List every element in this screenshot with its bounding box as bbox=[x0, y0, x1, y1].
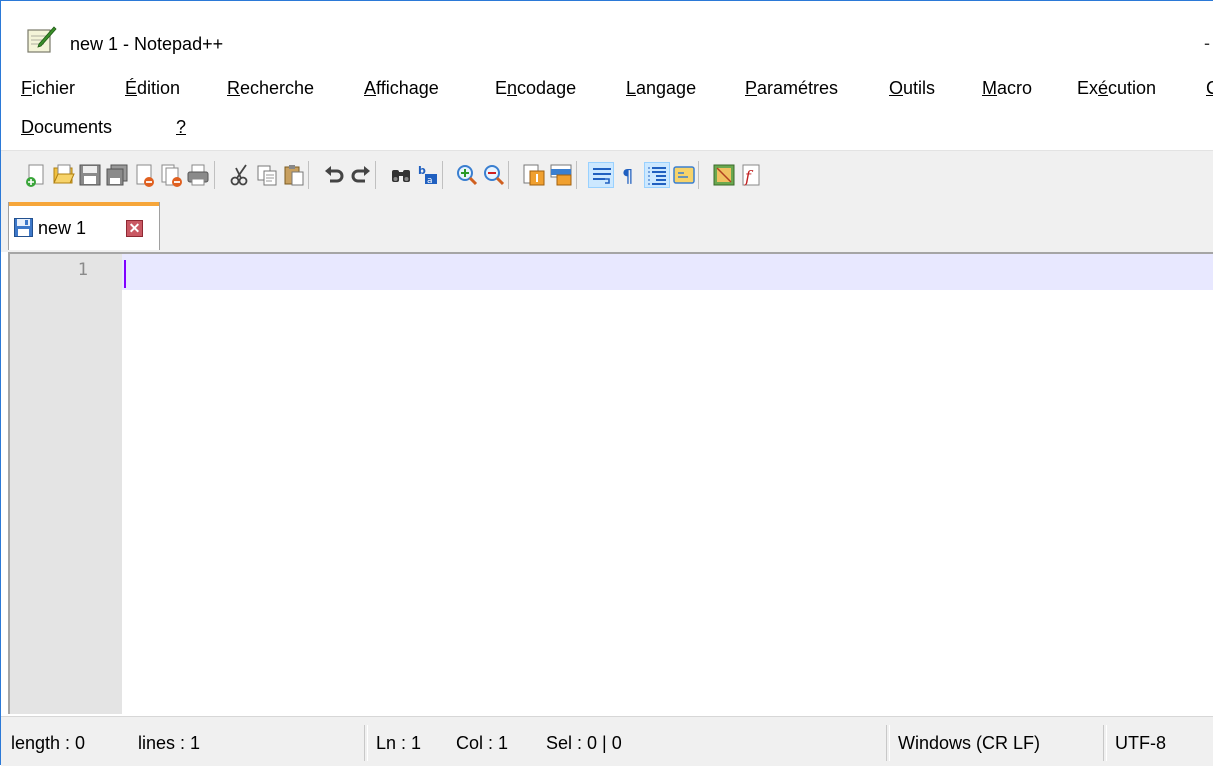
svg-text:b: b bbox=[418, 164, 426, 177]
replace-icon[interactable]: ba bbox=[415, 162, 441, 188]
toolbar-separator bbox=[214, 161, 215, 189]
saved-file-icon bbox=[14, 218, 33, 237]
menu-item-9[interactable]: Exécution bbox=[1077, 78, 1156, 99]
redo-icon[interactable] bbox=[348, 162, 374, 188]
sync-horizontal-icon[interactable] bbox=[548, 162, 574, 188]
menu-item-8[interactable]: Macro bbox=[982, 78, 1032, 99]
sync-vertical-icon[interactable] bbox=[521, 162, 547, 188]
status-column: Col : 1 bbox=[456, 733, 509, 753]
notepad-app-icon bbox=[27, 26, 57, 53]
menu-item-6[interactable]: Paramétres bbox=[745, 78, 838, 99]
print-icon[interactable] bbox=[185, 162, 211, 188]
status-lines: lines : 1 bbox=[138, 733, 201, 753]
menu-bar: Fichier Édition Recherche Affichage Encodage… bbox=[1, 72, 1213, 148]
menu-item-2[interactable]: Recherche bbox=[227, 78, 314, 99]
menu-item-7[interactable]: Outils bbox=[889, 78, 935, 99]
menu-item-3[interactable]: Affichage bbox=[364, 78, 439, 99]
toolbar-separator bbox=[576, 161, 577, 189]
menu-item-5[interactable]: Langage bbox=[626, 78, 696, 99]
close-all-icon[interactable] bbox=[158, 162, 184, 188]
status-separator bbox=[1103, 725, 1107, 761]
menu-item-0[interactable]: Fichier bbox=[21, 78, 75, 99]
user-defined-language-icon[interactable] bbox=[671, 162, 697, 188]
toolbar-separator bbox=[508, 161, 509, 189]
save-icon[interactable] bbox=[77, 162, 103, 188]
status-separator bbox=[886, 725, 890, 761]
close-icon[interactable] bbox=[131, 162, 157, 188]
status-selection: Sel : 0 | 0 bbox=[546, 733, 622, 753]
toolbar-separator bbox=[375, 161, 376, 189]
word-wrap-icon[interactable] bbox=[588, 162, 614, 188]
tab-bar: new 1 ✕ bbox=[1, 197, 1213, 252]
menu-item-4[interactable]: Encodage bbox=[495, 78, 576, 99]
svg-text:a: a bbox=[427, 176, 433, 186]
zoom-out-icon[interactable] bbox=[481, 162, 507, 188]
save-all-icon[interactable] bbox=[104, 162, 130, 188]
undo-icon[interactable] bbox=[321, 162, 347, 188]
paste-icon[interactable] bbox=[281, 162, 307, 188]
line-number-gutter: 1 bbox=[10, 254, 122, 714]
toolbar-separator bbox=[442, 161, 443, 189]
menu-item-10[interactable]: C bbox=[1206, 78, 1213, 99]
active-tab-indicator bbox=[9, 202, 159, 206]
open-file-icon[interactable] bbox=[50, 162, 76, 188]
toolbar-separator bbox=[698, 161, 699, 189]
menu-item-1[interactable]: Édition bbox=[125, 78, 180, 99]
status-line: Ln : 1 bbox=[376, 733, 422, 753]
text-caret bbox=[124, 260, 126, 288]
tab-close-button[interactable]: ✕ bbox=[126, 220, 143, 237]
line-number: 1 bbox=[77, 260, 88, 280]
window-title: new 1 - Notepad++ bbox=[70, 34, 224, 54]
status-separator bbox=[364, 725, 368, 761]
tab-new-1[interactable]: new 1 ✕ bbox=[8, 202, 160, 250]
new-file-icon[interactable] bbox=[23, 162, 49, 188]
status-encoding[interactable]: UTF-8 bbox=[1109, 723, 1166, 763]
minimize-button[interactable]: - bbox=[1204, 33, 1210, 54]
status-bar: length : 0 lines : 1 Ln : 1 Col : 1 Sel … bbox=[1, 716, 1213, 766]
status-length: length : 0 bbox=[11, 733, 86, 753]
status-eol-format[interactable]: Windows (CR LF) bbox=[892, 723, 1040, 763]
editor[interactable]: 1 bbox=[8, 252, 1213, 714]
indent-guide-icon[interactable] bbox=[644, 162, 670, 188]
toolbar: b a ¶ f bbox=[1, 150, 1213, 198]
document-map-icon[interactable] bbox=[711, 162, 737, 188]
current-line-highlight bbox=[122, 254, 1213, 290]
function-list-icon[interactable]: f bbox=[738, 162, 764, 188]
zoom-in-icon[interactable] bbox=[454, 162, 480, 188]
title-bar: new 1 - Notepad++ - bbox=[1, 1, 1213, 54]
tab-label: new 1 bbox=[38, 218, 87, 238]
cut-icon[interactable] bbox=[227, 162, 253, 188]
menu-item2-0[interactable]: Documents bbox=[21, 117, 112, 138]
svg-text:¶: ¶ bbox=[622, 166, 633, 187]
find-icon[interactable] bbox=[388, 162, 414, 188]
copy-icon[interactable] bbox=[254, 162, 280, 188]
show-all-characters-icon[interactable]: ¶ bbox=[615, 162, 641, 188]
toolbar-separator bbox=[308, 161, 309, 189]
menu-item2-1[interactable]: ? bbox=[176, 117, 186, 138]
